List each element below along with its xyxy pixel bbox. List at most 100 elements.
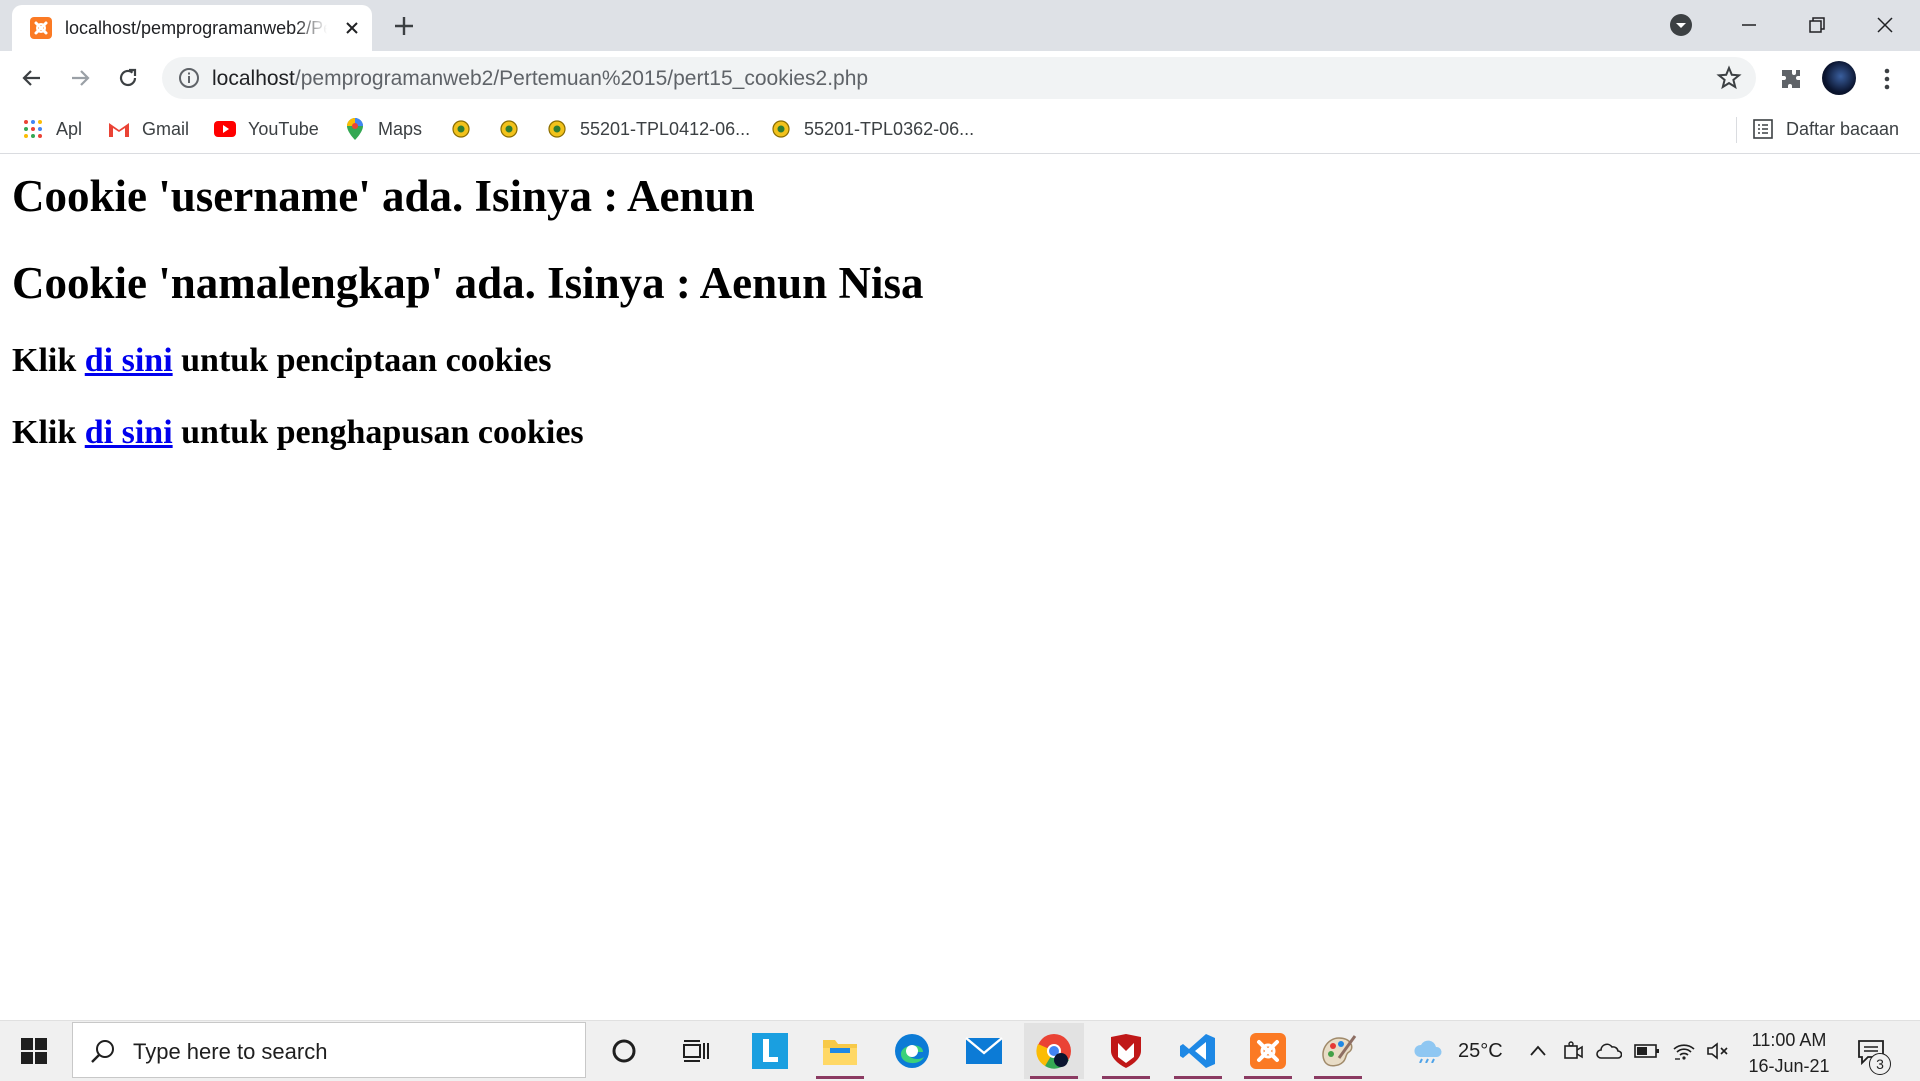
bookmark-site-1[interactable] [450,115,484,143]
mcafee-shield-icon [1111,1034,1141,1068]
running-indicator [1244,1076,1292,1079]
folder-icon [823,1040,857,1065]
new-tab-icon[interactable] [390,12,418,40]
reload-icon [119,68,137,87]
bookmarks-bar: Apl Gmail YouTube Maps 55201-TPL0412-06.… [0,105,1920,154]
reload-button[interactable] [112,62,144,94]
tray-wifi[interactable] [1672,1021,1696,1081]
bookmark-maps[interactable]: Maps [344,115,422,143]
vscode-icon [1180,1034,1215,1068]
taskbar-app-paint[interactable] [1308,1023,1368,1079]
running-indicator [1314,1076,1362,1079]
edge-icon [895,1034,929,1068]
taskbar-app-explorer[interactable] [810,1023,870,1079]
bookmark-label: 55201-TPL0412-06... [580,118,751,139]
create-cookies-link[interactable]: di sini [85,342,173,379]
weather-widget[interactable]: 25°C [1412,1021,1503,1081]
tab-strip: localhost/pemprogramanweb2/Pertemuan%201… [0,0,1920,51]
close-tab-icon[interactable] [341,17,363,39]
search-placeholder: Type here to search [133,1039,328,1064]
mail-icon [965,1037,1003,1064]
bookmark-site-2[interactable] [498,115,532,143]
paint-palette-icon [1322,1035,1357,1067]
site-info-icon[interactable] [178,67,200,89]
bookmark-gmail[interactable]: Gmail [108,115,189,143]
url-path: /pemprogramanweb2/Pertemuan%2015/pert15_… [294,67,869,90]
taskbar-app-vscode[interactable] [1168,1023,1228,1079]
address-bar[interactable]: localhost/pemprogramanweb2/Pertemuan%201… [162,57,1756,99]
onedrive-cloud-icon [1596,1043,1622,1059]
row-prefix: Klik [12,414,85,451]
arrow-right-icon [72,70,90,86]
url-text[interactable]: localhost/pemprogramanweb2/Pertemuan%201… [212,67,868,91]
restore-icon[interactable] [1802,10,1832,40]
profile-avatar[interactable] [1822,61,1856,95]
taskbar-search-box[interactable]: Type here to search [72,1022,586,1078]
bookmark-star-icon[interactable] [1716,65,1742,91]
bookmark-youtube[interactable]: YouTube [214,115,319,143]
close-window-icon[interactable] [1870,10,1900,40]
taskbar-app-edge[interactable] [882,1023,942,1079]
taskbar-app-mcafee[interactable] [1096,1023,1156,1079]
start-button[interactable] [14,1035,54,1067]
site-logo-icon [546,118,568,140]
l-app-icon [752,1033,788,1069]
xampp-icon [1250,1033,1286,1069]
delete-cookies-link[interactable]: di sini [85,414,173,451]
tab-title: localhost/pemprogramanweb2/Pertemuan%201… [65,17,327,38]
bookmark-label: 55201-TPL0362-06... [804,118,975,139]
maps-pin-icon [344,118,366,140]
cortana-button[interactable] [594,1023,654,1079]
show-hidden-icons[interactable] [1528,1021,1548,1081]
bookmark-label: Maps [378,118,423,139]
back-button[interactable] [16,62,48,94]
bookmark-label: Apl [56,118,83,139]
youtube-icon [214,118,236,140]
tray-onedrive[interactable] [1596,1021,1622,1081]
reading-list-icon [1752,118,1774,140]
browser-toolbar: localhost/pemprogramanweb2/Pertemuan%201… [0,51,1920,105]
taskbar-app-xampp[interactable] [1238,1023,1298,1079]
search-icon [91,1040,114,1063]
reading-list-label: Daftar bacaan [1786,118,1900,139]
tray-meet-now[interactable] [1562,1021,1584,1081]
delete-cookies-row: Klik di sini untuk penghapusan cookies [12,414,584,452]
chevron-up-icon [1530,1045,1546,1056]
wifi-icon [1673,1044,1695,1060]
forward-button[interactable] [64,62,96,94]
bookmark-site-3[interactable]: 55201-TPL0412-06... [546,115,750,143]
row-suffix: untuk penciptaan cookies [172,342,552,379]
tray-volume[interactable] [1706,1021,1730,1081]
taskbar-app-chrome[interactable] [1024,1023,1084,1079]
extensions-icon[interactable] [1776,64,1806,94]
clock[interactable]: 11:00 AM 16-Jun-21 [1744,1027,1834,1079]
cookie-fullname-heading: Cookie 'namalengkap' ada. Isinya : Aenun… [12,258,924,308]
taskbar-app-mail[interactable] [954,1023,1014,1079]
cloud-rain-icon [1414,1040,1442,1063]
bookmark-site-4[interactable]: 55201-TPL0362-06... [770,115,974,143]
running-indicator [816,1076,864,1079]
minimize-icon[interactable] [1734,10,1764,40]
browser-tab[interactable]: localhost/pemprogramanweb2/Pertemuan%201… [12,5,372,51]
weather-temp: 25°C [1458,1039,1503,1062]
site-logo-icon [498,118,520,140]
reading-list-button[interactable]: Daftar bacaan [1752,115,1899,143]
row-prefix: Klik [12,342,85,379]
running-indicator [1174,1076,1222,1079]
site-logo-icon [450,118,472,140]
site-logo-icon [770,118,792,140]
bookmarks-separator [1736,117,1737,143]
meet-now-icon [1564,1041,1583,1059]
row-suffix: untuk penghapusan cookies [172,414,584,451]
arrow-left-icon [22,70,40,86]
gmail-icon [108,118,130,140]
tray-battery[interactable] [1634,1021,1660,1081]
more-menu-icon[interactable] [1872,64,1902,94]
task-view-button[interactable] [666,1023,726,1079]
taskbar-app-lark[interactable] [740,1023,800,1079]
cortana-circle-icon [612,1039,636,1063]
running-indicator [1030,1076,1078,1079]
bookmark-apps[interactable]: Apl [22,115,82,143]
windows-logo-icon [21,1038,47,1064]
tab-search-icon[interactable] [1666,10,1696,40]
